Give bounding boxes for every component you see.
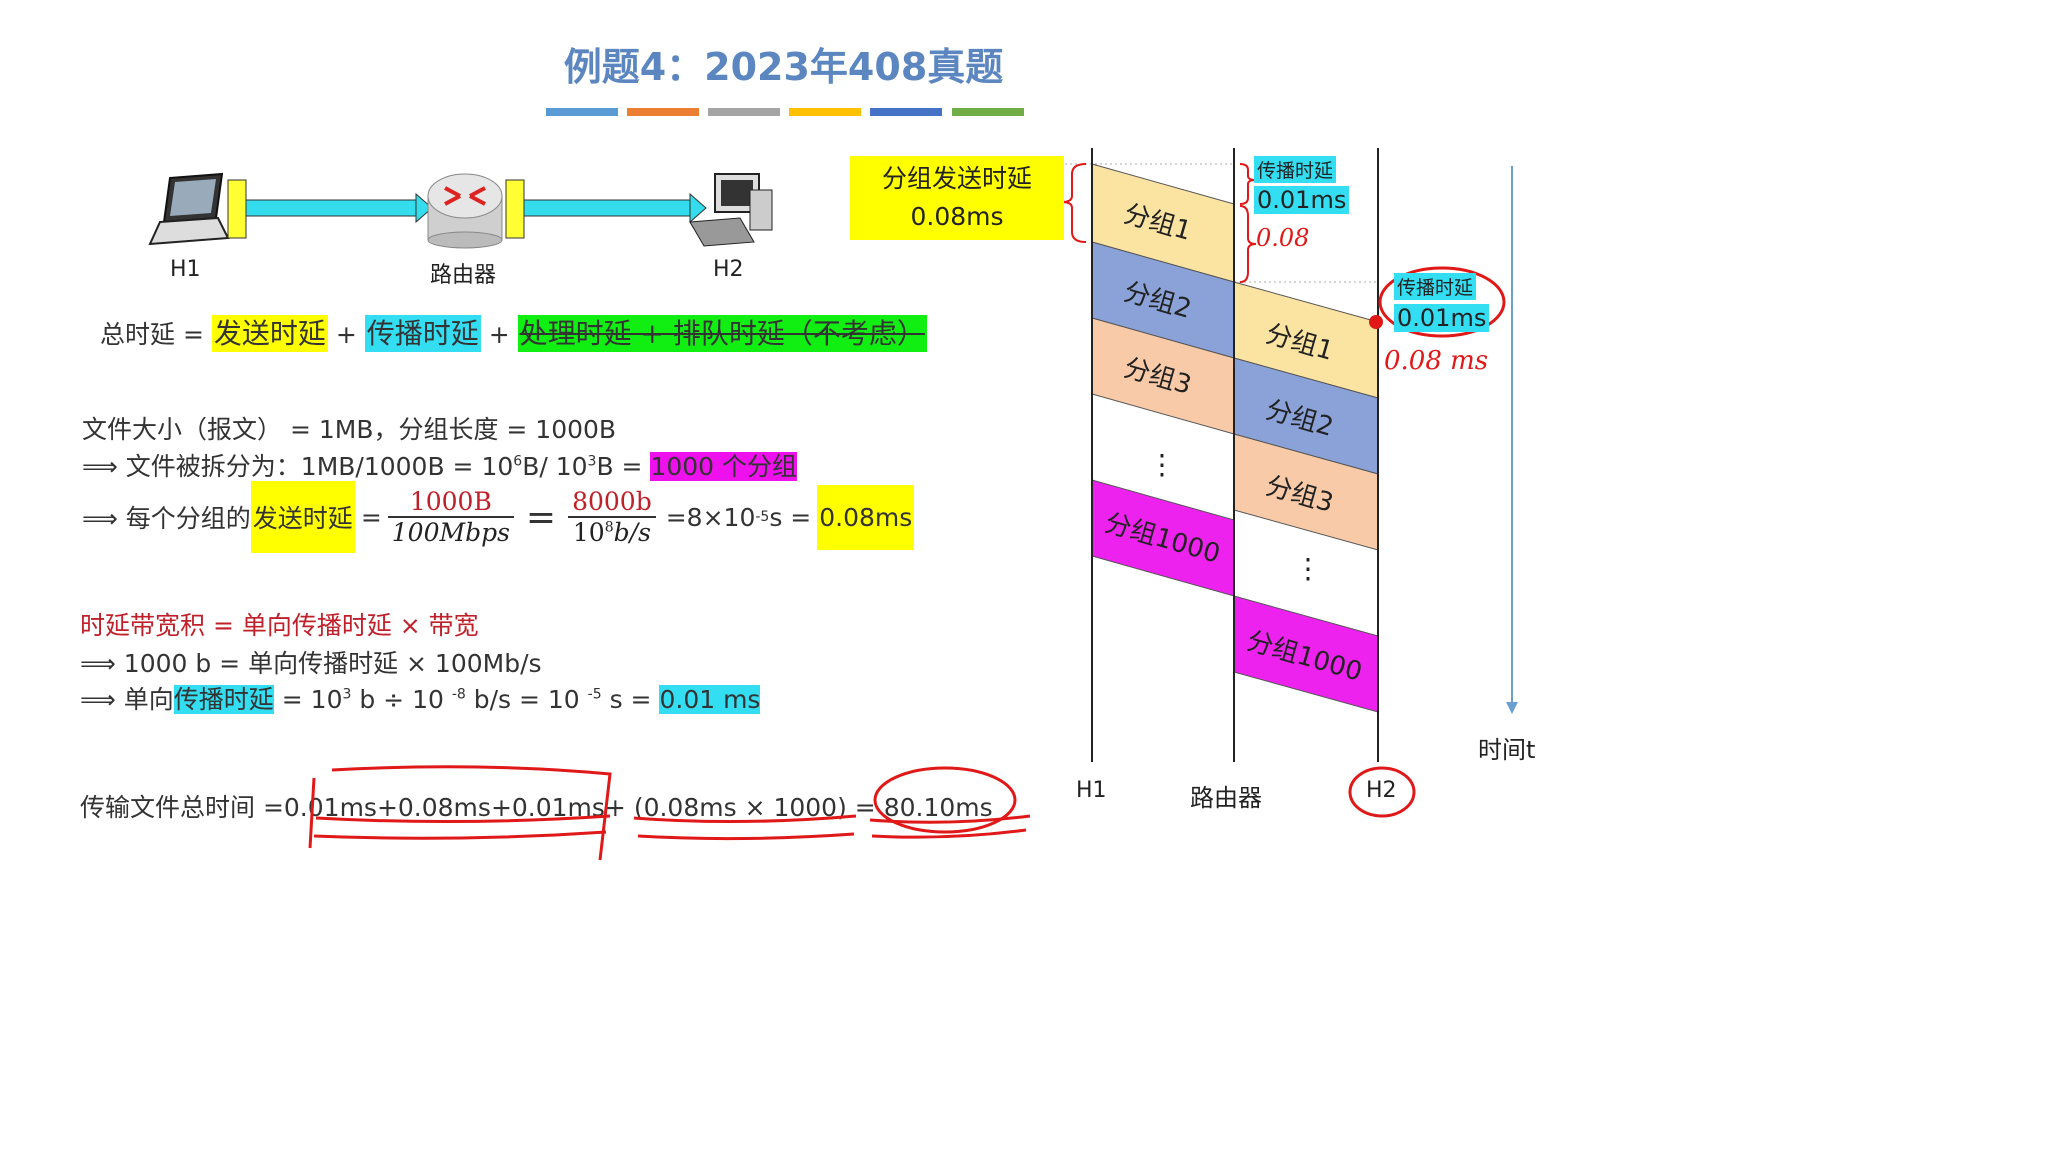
color-bar-6 (952, 108, 1024, 116)
plus-sign-1: + (335, 320, 357, 349)
fraction-1-numerator: 1000B (387, 487, 514, 518)
hand-note-0-08: 0.08 (1256, 224, 1310, 252)
prop-delay-term: 传播时延 (364, 315, 481, 352)
send-delay-callout: 分组发送时延 0.08ms (850, 156, 1064, 240)
router-label: 路由器 (430, 263, 497, 288)
fraction-1-denominator: 100Mbps (391, 518, 510, 547)
h1-label: H1 (170, 257, 201, 282)
fraction-2: 8000b 108b/s (568, 487, 656, 547)
plus-sign-2: + (488, 320, 510, 349)
color-bar-4 (789, 108, 861, 116)
fraction-2-numerator: 8000b (568, 487, 656, 518)
send-delay-highlight: 发送时延 (250, 481, 355, 553)
send-delay-line: ⟹ 每个分组的 发送时延 = 1000B 100Mbps = 8000b 108… (82, 480, 915, 554)
equals-2: = (525, 496, 557, 538)
link-arrow-2 (523, 192, 707, 224)
proc-queue-term: 处理时延 + 排队时延（不考虑） (517, 315, 927, 352)
router-icon (427, 173, 503, 249)
color-bar-3 (708, 108, 780, 116)
link-arrow-1 (245, 192, 433, 224)
prop-delay-callout-1-value: 0.01ms (1254, 186, 1350, 214)
send-delay-line-prefix: ⟹ 每个分组的 (82, 504, 251, 533)
axis-label-h1: H1 (1076, 778, 1107, 803)
send-delay-brace (1061, 163, 1087, 243)
send-delay-brace-2 (1239, 205, 1257, 283)
bdp-exp-2: -8 (451, 686, 466, 703)
bdp-line-3-a: = 10 (281, 685, 343, 714)
h1-packet-ellipsis: ⋮ (1148, 448, 1176, 481)
split-exp-1: 6 (513, 453, 523, 470)
fraction-1: 1000B 100Mbps (387, 487, 514, 547)
h2-label: H2 (713, 257, 744, 282)
page-title: 例题4：2023年408真题 (563, 45, 1004, 89)
color-bar-2 (627, 108, 699, 116)
send-delay-callout-value: 0.08ms (910, 202, 1004, 231)
delay-formula: 总时延 = 发送时延 + 传播时延 + 处理时延 + 排队时延（不考虑） (100, 312, 927, 352)
bdp-definition: 时延带宽积 = 单向传播时延 × 带宽 (80, 611, 479, 640)
result-exp: -5 (755, 509, 770, 525)
prop-delay-highlight: 传播时延 (173, 685, 274, 714)
fraction-2-den-exp: 8 (604, 519, 614, 536)
split-line-prefix: ⟹ 文件被拆分为：1MB/1000B = 10 (82, 452, 514, 481)
bdp-exp-3: -5 (587, 686, 602, 703)
delay-prefix: 总时延 = (100, 320, 204, 349)
axis-label-router: 路由器 (1190, 784, 1262, 812)
equals-1: = (360, 502, 382, 532)
router-packet-ellipsis: ⋮ (1294, 552, 1322, 585)
prop-delay-callout-2-title: 传播时延 (1394, 273, 1477, 300)
bdp-line-2: ⟹ 1000 b = 单向传播时延 × 100Mb/s (80, 649, 542, 678)
color-bar-1 (546, 108, 618, 116)
handwritten-annotations (308, 765, 1031, 861)
send-delay-callout-title: 分组发送时延 (881, 164, 1032, 193)
file-size-line: 文件大小（报文） = 1MB，分组长度 = 1000B (82, 415, 617, 444)
result-prefix: =8×10 (665, 502, 756, 532)
fraction-2-den-unit: b/s (613, 518, 651, 547)
prop-delay-result: 0.01 ms (659, 685, 761, 714)
bdp-line-3-prefix: ⟹ 单向 (80, 685, 174, 714)
hand-note-0-08-ms: 0.08 ms (1384, 346, 1489, 376)
split-line: ⟹ 文件被拆分为：1MB/1000B = 106B/ 103B = 1000 个… (82, 447, 798, 483)
interface-block-router (505, 179, 525, 239)
packet-count: 1000 个分组 (650, 452, 798, 481)
send-delay-term: 发送时延 (211, 315, 328, 352)
red-dot (1369, 315, 1383, 329)
prop-delay-callout-2-value: 0.01ms (1394, 304, 1490, 332)
bdp-line-3-c: b/s = 10 (465, 685, 588, 714)
prop-delay-callout-1-title: 传播时延 (1254, 156, 1337, 183)
interface-block-h1 (227, 179, 247, 239)
bdp-line-3-d: s = (601, 685, 652, 714)
color-bar-5 (870, 108, 942, 116)
total-prefix: 传输文件总时间 = (80, 793, 284, 822)
laptop-icon (148, 172, 230, 246)
axis-label-h2: H2 (1366, 778, 1397, 803)
send-delay-result: 0.08ms (817, 484, 915, 550)
time-axis-arrowhead (1506, 702, 1518, 714)
bdp-line-3-b: b ÷ 10 (351, 685, 452, 714)
result-suffix: s = (769, 502, 812, 532)
bdp-line-3: ⟹ 单向传播时延 = 103 b ÷ 10 -8 b/s = 10 -5 s =… (80, 680, 761, 716)
split-line-suffix: B = (596, 452, 643, 481)
time-axis-label: 时间t (1478, 736, 1536, 764)
split-line-mid: B/ 10 (522, 452, 588, 481)
fraction-2-denominator: 108b/s (568, 518, 656, 547)
fraction-2-den-base: 10 (572, 518, 605, 547)
